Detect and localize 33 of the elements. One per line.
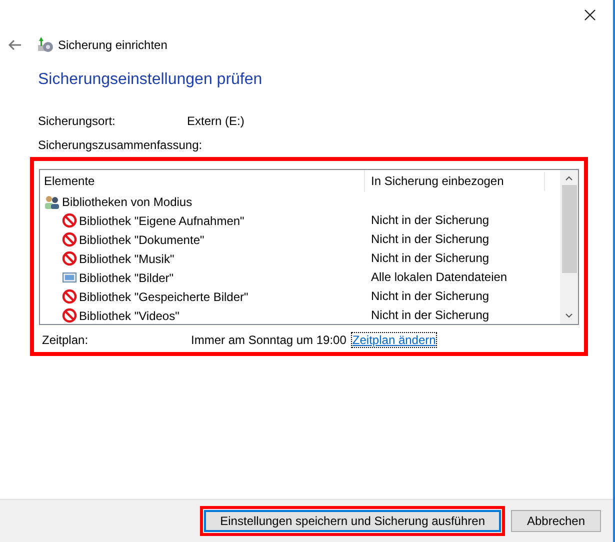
save-and-run-button[interactable]: Einstellungen speichern und Sicherung ausführen	[204, 510, 501, 532]
back-arrow-icon[interactable]	[8, 39, 22, 51]
scroll-down-icon[interactable]	[565, 313, 573, 319]
summary-label: Sicherungszusammenfassung:	[38, 138, 204, 152]
schedule-value: Immer am Sonntag um 19:00	[191, 333, 346, 347]
column-header[interactable]: In Sicherung einbezogen	[365, 172, 545, 190]
users-icon	[44, 194, 60, 208]
item-status: Nicht in der Sicherung	[370, 250, 490, 267]
group-label: Bibliotheken von Modius	[62, 194, 192, 208]
item-status: Alle lokalen Datendateien	[370, 269, 508, 286]
location-label: Sicherungsort:	[38, 114, 116, 128]
backup-icon	[36, 36, 54, 54]
item-label: Bibliothek "Bilder"	[79, 270, 174, 284]
change-schedule-link[interactable]: Zeitplan ändern	[352, 333, 436, 347]
item-status: Nicht in der Sicherung	[370, 307, 490, 324]
page-heading: Sicherungseinstellungen prüfen	[38, 71, 264, 90]
window-title: Sicherung einrichten	[58, 38, 168, 52]
schedule-label: Zeitplan:	[42, 333, 90, 347]
item-status: Nicht in der Sicherung	[370, 288, 490, 305]
location-value: Extern (E:)	[187, 114, 244, 128]
item-status: Nicht in der Sicherung	[370, 212, 490, 229]
item-label: Bibliothek "Gespeicherte Bilder"	[79, 290, 248, 304]
item-label: Bibliothek "Videos"	[79, 308, 180, 322]
item-label: Bibliothek "Eigene Aufnahmen"	[79, 214, 244, 228]
item-label: Bibliothek "Dokumente"	[79, 232, 204, 246]
close-icon[interactable]	[584, 9, 596, 21]
item-label: Bibliothek "Musik"	[79, 252, 174, 266]
scrollbar[interactable]	[560, 170, 578, 324]
scroll-up-icon[interactable]	[565, 175, 573, 181]
scrollbar-thumb[interactable]	[562, 185, 576, 273]
column-header[interactable]: Elemente	[44, 170, 365, 192]
item-status: Nicht in der Sicherung	[370, 231, 490, 248]
cancel-button[interactable]: Abbrechen	[511, 510, 601, 532]
